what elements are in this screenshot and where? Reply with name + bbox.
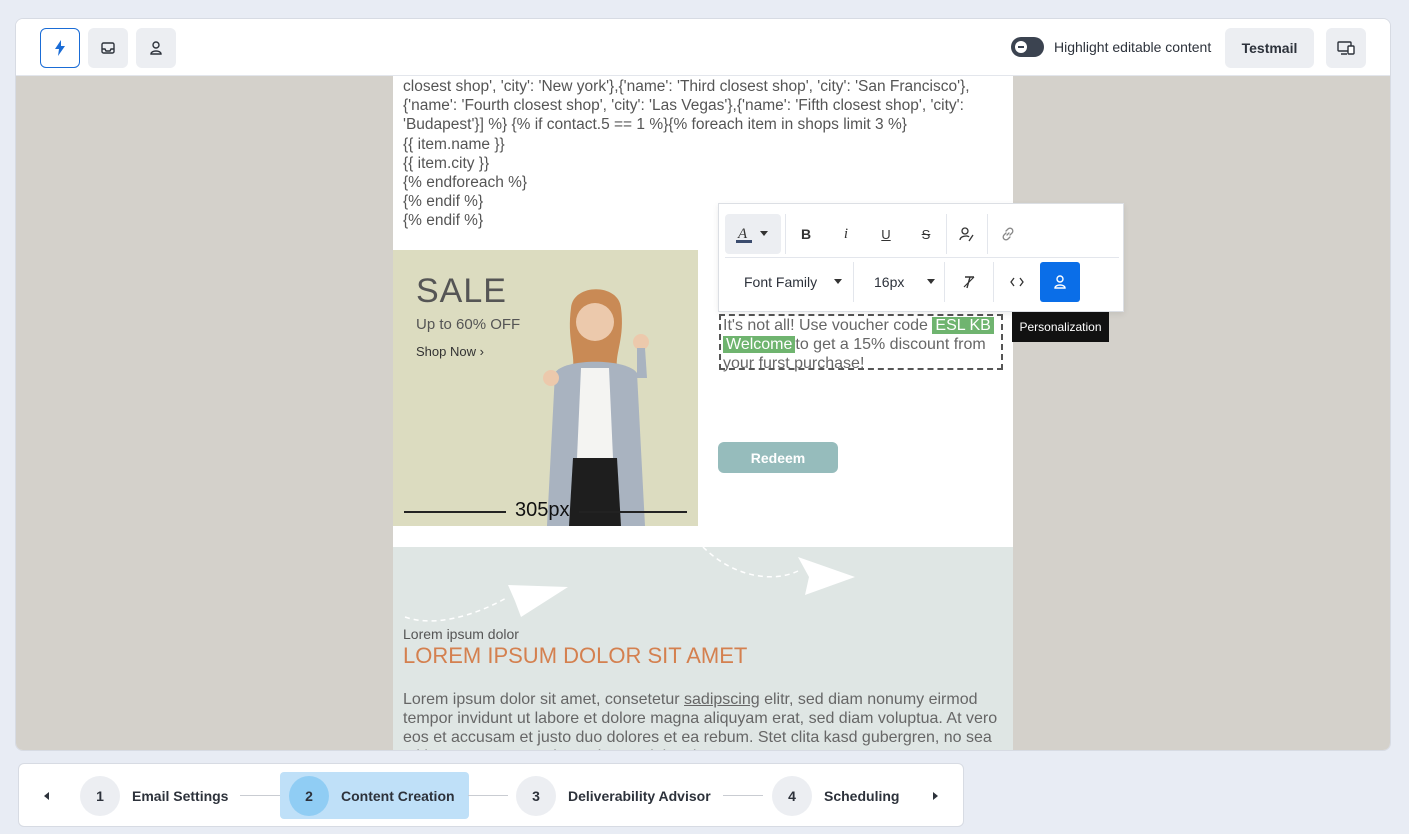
caret-down-icon xyxy=(927,279,935,284)
strikethrough-button[interactable]: S xyxy=(906,214,946,254)
devices-icon xyxy=(1337,41,1355,55)
code-icon xyxy=(1010,277,1024,287)
personalization-tooltip: Personalization xyxy=(1012,312,1109,342)
toolbar-row-2: Font Family 16px xyxy=(725,262,1080,302)
toolbar-row-1: A B i U S xyxy=(725,214,1028,254)
link-button[interactable] xyxy=(988,214,1028,254)
person-edit-icon xyxy=(959,227,974,242)
promo-text-block[interactable]: It's not all! Use voucher code ESL KB We… xyxy=(719,314,1003,372)
text-color-icon: A xyxy=(736,226,752,243)
step-number: 1 xyxy=(80,775,120,816)
clear-format-button[interactable] xyxy=(945,262,993,302)
highlight-toggle[interactable] xyxy=(1011,37,1044,57)
underline-button[interactable]: U xyxy=(866,214,906,254)
personalization-button[interactable] xyxy=(1040,262,1080,302)
lorem-paragraph: Lorem ipsum dolor sit amet, consetetur s… xyxy=(403,690,1003,750)
italic-button[interactable]: i xyxy=(826,214,866,254)
editor-canvas: closest shop', 'city': 'New york'},{'nam… xyxy=(16,76,1390,750)
device-preview-button[interactable] xyxy=(1326,28,1366,68)
shop-now-link[interactable]: Shop Now › xyxy=(416,344,484,359)
email-body: closest shop', 'city': 'New york'},{'nam… xyxy=(393,76,1013,750)
inbox-icon xyxy=(101,42,115,54)
lightning-button[interactable] xyxy=(40,28,80,68)
sale-subtitle: Up to 60% OFF xyxy=(416,316,521,333)
step-label: Content Creation xyxy=(341,787,455,804)
promo-text: It's not all! Use voucher code xyxy=(723,317,933,334)
caret-right-icon xyxy=(933,792,938,800)
highlight-toggle-group: Highlight editable content xyxy=(1011,37,1211,57)
caret-down-icon xyxy=(760,231,768,236)
person-icon xyxy=(150,41,162,55)
font-size-value: 16px xyxy=(874,274,905,290)
underline-icon: U xyxy=(881,226,891,242)
shop-now-label: Shop Now xyxy=(416,344,476,359)
font-family-select[interactable]: Font Family xyxy=(725,262,853,302)
link-icon xyxy=(1002,227,1014,241)
strikethrough-icon: S xyxy=(921,226,931,242)
step-scheduling[interactable]: 4 Scheduling xyxy=(772,772,899,819)
caret-down-icon xyxy=(834,279,842,284)
italic-icon: i xyxy=(843,225,849,242)
clear-format-icon xyxy=(963,276,975,289)
highlight-label: Highlight editable content xyxy=(1054,39,1212,55)
lorem-heading: LOREM IPSUM DOLOR SIT AMET xyxy=(403,643,748,668)
bold-button[interactable]: B xyxy=(786,214,826,254)
next-step-button[interactable] xyxy=(926,786,946,806)
source-code-button[interactable] xyxy=(994,262,1040,302)
step-label: Email Settings xyxy=(132,787,229,804)
prev-step-button[interactable] xyxy=(37,786,57,806)
testmail-button[interactable]: Testmail xyxy=(1225,28,1314,68)
bold-icon: B xyxy=(800,226,812,242)
width-indicator: 305px xyxy=(393,498,698,524)
step-number: 4 xyxy=(772,775,812,816)
contact-button[interactable] xyxy=(136,28,176,68)
woman-photo xyxy=(543,289,649,526)
personalize-text-button[interactable] xyxy=(947,214,987,254)
redeem-button[interactable]: Redeem xyxy=(718,442,838,473)
step-deliverability-advisor[interactable]: 3 Deliverability Advisor xyxy=(516,772,711,819)
step-number: 2 xyxy=(289,775,329,816)
lorem-section[interactable]: Lorem ipsum dolor LOREM IPSUM DOLOR SIT … xyxy=(393,547,1013,750)
top-toolbar: Highlight editable content Testmail xyxy=(16,19,1390,76)
code-line: closest shop', 'city': 'New york'},{'nam… xyxy=(403,78,970,95)
step-label: Deliverability Advisor xyxy=(568,787,711,804)
lorem-link[interactable]: sadipscing xyxy=(684,691,760,708)
voucher-tag[interactable]: ESL KB xyxy=(932,317,994,334)
text-format-toolbar: A B i U S Font Family 16px xyxy=(718,203,1124,312)
voucher-tag[interactable]: Welcome xyxy=(723,336,796,353)
lorem-kicker: Lorem ipsum dolor xyxy=(403,626,519,642)
code-line: {{ item.name }} xyxy=(403,135,505,153)
step-content-creation[interactable]: 2 Content Creation xyxy=(280,772,469,819)
text-color-button[interactable]: A xyxy=(725,214,781,254)
editor-window: Highlight editable content Testmail clos… xyxy=(15,18,1391,751)
lightning-icon xyxy=(55,40,65,56)
caret-left-icon xyxy=(44,792,49,800)
sale-banner[interactable]: SALE Up to 60% OFF Shop Now › 305px xyxy=(393,250,698,526)
font-family-value: Font Family xyxy=(744,274,818,290)
code-line: {% endforeach %} xyxy=(403,174,528,192)
code-line: {{ item.city }} xyxy=(403,154,490,172)
inbox-button[interactable] xyxy=(88,28,128,68)
step-navigation: 1 Email Settings 2 Content Creation 3 De… xyxy=(18,763,964,827)
code-line: {'name': 'Fourth closest shop', 'city': … xyxy=(403,97,964,115)
svg-text:A: A xyxy=(737,226,748,242)
step-label: Scheduling xyxy=(824,787,900,804)
step-email-settings[interactable]: 1 Email Settings xyxy=(80,772,228,819)
person-icon xyxy=(1054,275,1066,289)
chevron-right-icon: › xyxy=(479,344,484,359)
font-size-select[interactable]: 16px xyxy=(854,262,944,302)
sale-title: SALE xyxy=(416,272,507,310)
width-label: 305px xyxy=(515,499,570,521)
code-line: 'Budapest'}] %} {% if contact.5 == 1 %}{… xyxy=(403,116,907,134)
lorem-text: Lorem ipsum dolor sit amet, consetetur xyxy=(403,691,685,708)
step-number: 3 xyxy=(516,775,556,816)
